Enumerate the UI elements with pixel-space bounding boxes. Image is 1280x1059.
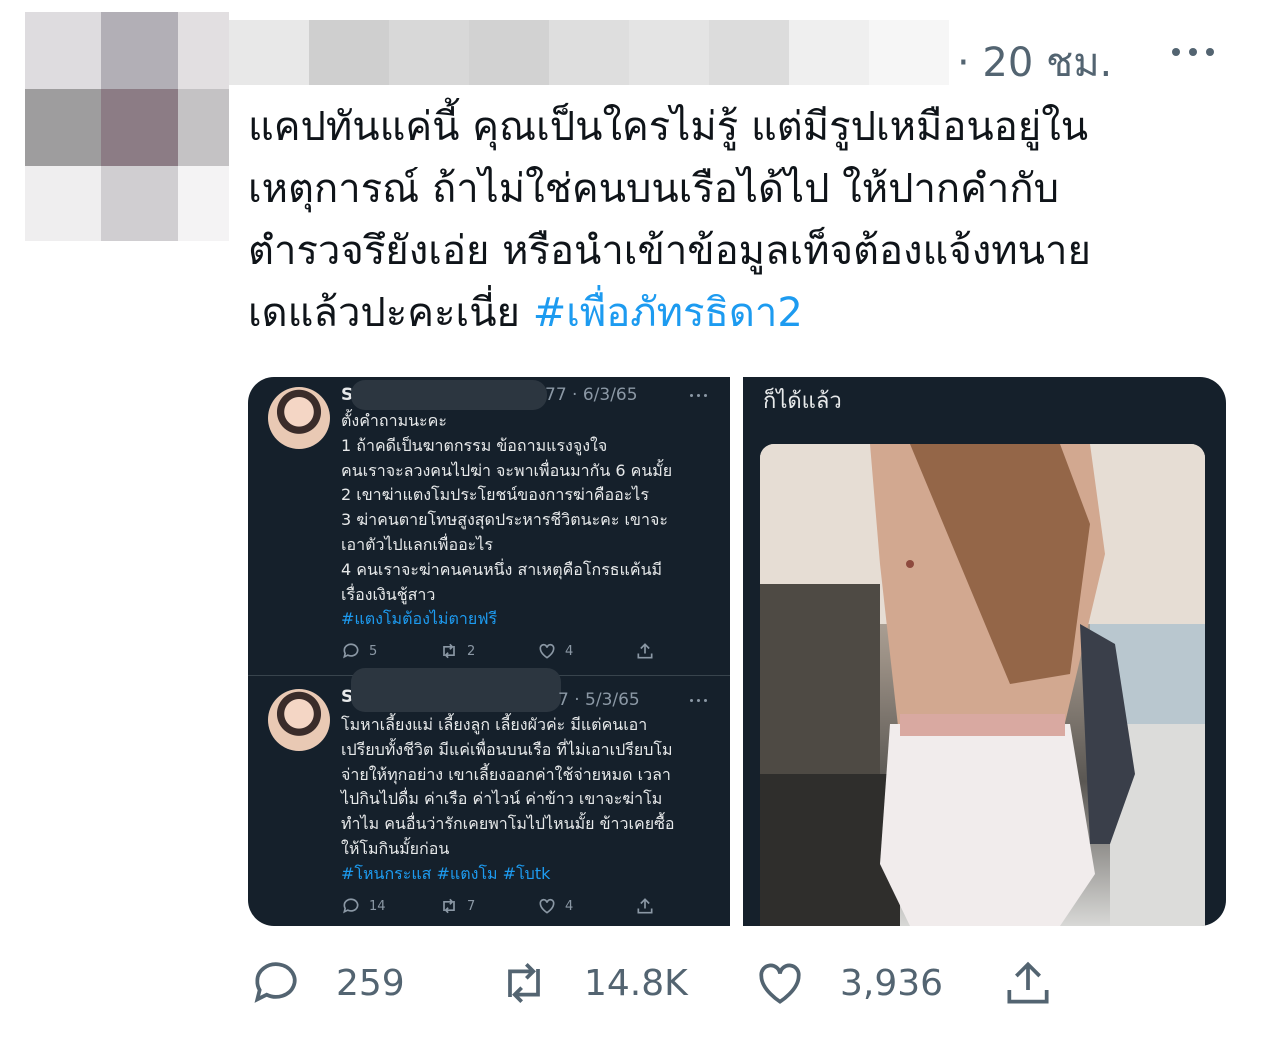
tweet-timestamp[interactable]: · 20 ชม. [957, 30, 1112, 94]
embedded-text-line: เอาตัวไปแลกเพื่ออะไร [341, 534, 493, 554]
embedded-date: 7 · 5/3/65 [558, 690, 640, 710]
tweet-text-line-content: เดแล้วปะคะเนี่ย [248, 290, 520, 336]
embedded-tweet: S 77 · 6/3/65 ตั้งคำถามนะคะ 1 ถ้าคดีเป็น… [248, 377, 730, 675]
heart-icon [539, 643, 555, 659]
embedded-text-line: เปรียบทั้งชีวิต มีแค่เพื่อนบนเรือ ที่ไม่… [341, 739, 673, 759]
embedded-reply: 14 [341, 896, 439, 916]
retweet-count: 14.8K [584, 962, 688, 1004]
screenshot-right[interactable]: ก็ได้แล้ว [743, 377, 1226, 926]
avatar-blurred[interactable] [25, 12, 229, 241]
tweet-text-line: เหตุการณ์ ถ้าไม่ใช่คนบนเรือได้ไป ให้ปากค… [248, 166, 1059, 212]
share-button[interactable] [1000, 955, 1056, 1011]
embedded-text-line: จ่ายให้ทุกอย่าง เขาเลี้ยงออกค่าใช้จ่ายหม… [341, 764, 671, 784]
embedded-text-line: โมหาเลี้ยงแม่ เลี้ยงลูก เลี้ยงผัวค่ะ มีแ… [341, 715, 648, 734]
embedded-like: 4 [537, 896, 635, 916]
embedded-text: โมหาเลี้ยงแม่ เลี้ยงลูก เลี้ยงผัวค่ะ มีแ… [341, 713, 721, 887]
embedded-text-line: 3 ฆ่าคนตายโทษสูงสุดประหารชีวิตนะคะ เขาจะ [341, 510, 668, 530]
embedded-retweet-count: 2 [467, 643, 476, 659]
reply-icon [254, 962, 297, 1003]
embedded-avatar [268, 689, 330, 751]
reply-icon [343, 643, 359, 659]
embedded-name-blurred [351, 380, 547, 410]
embedded-tweet: S 7 · 5/3/65 โมหาเลี้ยงแม่ เลี้ยงลูก เลี… [248, 668, 733, 926]
embedded-avatar [268, 387, 330, 449]
like-button[interactable]: 3,936 [752, 955, 943, 1011]
embedded-text-line: ให้โมกินมั้ยก่อน [341, 838, 450, 858]
embedded-share [635, 896, 733, 916]
embedded-more-icon [690, 699, 707, 702]
heart-icon [539, 898, 555, 914]
tweet-text-line-last: เดแล้วปะคะเนี่ย #เพื่อภัทรธิดา2 [248, 282, 1248, 344]
embedded-text-line: คนเราจะลวงคนไปฆ่า จะพาเพื่อนมากัน 6 คนมั… [341, 460, 673, 480]
embedded-text-line: ตั้งคำถามนะคะ [341, 411, 447, 430]
like-count: 3,936 [840, 962, 944, 1004]
share-icon [1007, 961, 1049, 1004]
retweet-icon [508, 963, 540, 1003]
embedded-text-line: 2 เขาฆ่าแตงโมประโยชน์ของการฆ่าคืออะไร [341, 485, 649, 505]
reply-caption: ก็ได้แล้ว [763, 389, 842, 414]
tweet-text: แคปทันแค่นี้ คุณเป็นใครไม่รู้ แต่มีรูปเห… [248, 96, 1248, 344]
embedded-date: 77 · 6/3/65 [545, 385, 638, 405]
embedded-text-line: ทำไม คนอื่นว่ารักเคยพาโมไปไหนมั้ย ข้าวเค… [341, 814, 675, 834]
embedded-text-line: 4 คนเราจะฆ่าคนคนหนึ่ง สาเหตุคือโกรธแค้นม… [341, 559, 663, 579]
reply-icon [343, 898, 359, 914]
embedded-text-line: 1 ถ้าคดีเป็นฆาตกรรม ข้อถามแรงจูงใจ [341, 435, 608, 455]
embedded-like-count: 4 [565, 898, 574, 914]
boat-photo [760, 444, 1205, 926]
screenshot-left[interactable]: S 77 · 6/3/65 ตั้งคำถามนะคะ 1 ถ้าคดีเป็น… [248, 377, 730, 926]
tweet-media[interactable]: S 77 · 6/3/65 ตั้งคำถามนะคะ 1 ถ้าคดีเป็น… [248, 377, 1226, 926]
hashtag-link[interactable]: #เพื่อภัทรธิดา2 [533, 290, 803, 336]
embedded-text-line: เรื่องเงินชู้สาว [341, 584, 436, 604]
retweet-icon [443, 643, 455, 659]
embedded-hashtags: #แตงโมต้องไม่ตายฟรี [341, 609, 498, 629]
embedded-text-line: ไปกินไปดื่ม ค่าเรือ ค่าไวน์ ค่าข้าว เขาจ… [341, 789, 663, 809]
embedded-reply-count: 5 [369, 643, 378, 659]
tweet-actions: 259 14.8K 3,936 [248, 955, 1068, 1015]
reply-button[interactable]: 259 [248, 955, 405, 1011]
share-icon [637, 643, 653, 659]
heart-icon [759, 963, 801, 1004]
embedded-actions: 14 7 4 [341, 896, 733, 916]
embedded-actions: 5 2 4 [341, 641, 733, 661]
embedded-name-blurred [351, 668, 561, 712]
tweet-text-line: แคปทันแค่นี้ คุณเป็นใครไม่รู้ แต่มีรูปเห… [248, 104, 1089, 150]
embedded-retweet: 2 [439, 641, 537, 661]
retweet-icon [443, 898, 455, 914]
tweet-text-line: ตำรวจรึยังเอ่ย หรือนำเข้าข้อมูลเท็จต้องแ… [248, 228, 1091, 274]
embedded-share [635, 641, 733, 661]
embedded-like: 4 [537, 641, 635, 661]
reply-count: 259 [336, 962, 405, 1004]
embedded-retweet-count: 7 [467, 898, 476, 914]
embedded-more-icon [690, 394, 707, 397]
embedded-reply-count: 14 [369, 898, 386, 914]
author-name-blurred[interactable] [229, 20, 949, 85]
more-options-icon[interactable] [1172, 48, 1214, 56]
embedded-text: ตั้งคำถามนะคะ 1 ถ้าคดีเป็นฆาตกรรม ข้อถาม… [341, 409, 721, 632]
embedded-hashtags: #โหนกระแส #แตงโม #โบtk [341, 863, 551, 883]
embedded-retweet: 7 [439, 896, 537, 916]
photo-illustration [760, 444, 1205, 926]
embedded-like-count: 4 [565, 643, 574, 659]
retweet-button[interactable]: 14.8K [496, 955, 688, 1011]
share-icon [637, 898, 653, 914]
embedded-reply: 5 [341, 641, 439, 661]
